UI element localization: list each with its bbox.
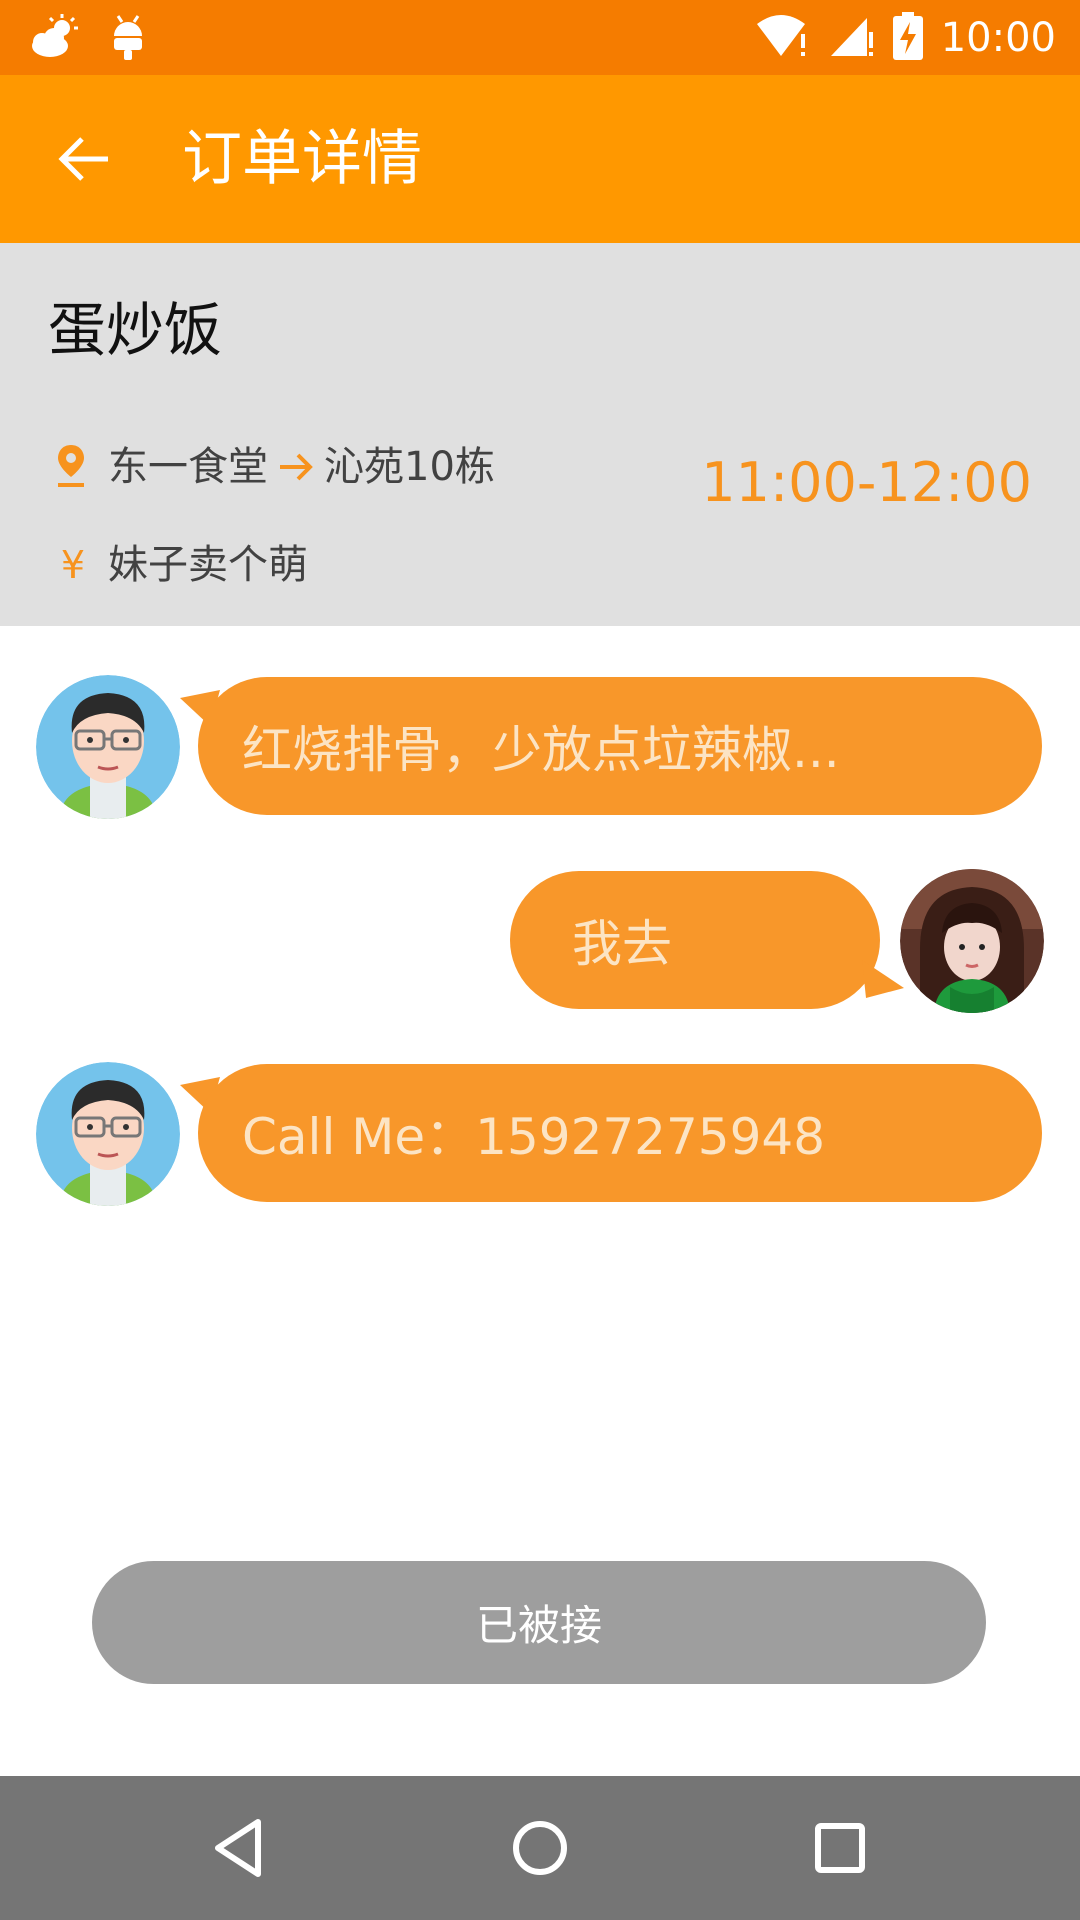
nav-recents-button[interactable]: [800, 1808, 880, 1888]
delivery-time-range: 11:00-12:00: [701, 451, 1032, 514]
avatar[interactable]: [900, 869, 1044, 1013]
message-bubble[interactable]: 红烧排骨，少放点垃辣椒...: [198, 677, 1042, 815]
route-row: 东一食堂 沁苑10栋: [54, 443, 495, 491]
avatar[interactable]: [36, 1062, 180, 1206]
location-pin-icon: [54, 443, 92, 491]
recents-square-icon: [815, 1823, 865, 1873]
wifi-icon: [755, 12, 811, 64]
dish-name: 蛋炒饭: [48, 296, 223, 364]
note-row: ¥ 妹子卖个萌: [54, 541, 308, 589]
android-icon: [110, 12, 146, 66]
male-cartoon-avatar: [36, 1062, 180, 1206]
female-photo-avatar: [900, 869, 1044, 1013]
order-accepted-label: 已被接: [475, 1601, 602, 1650]
bubble-tail: [862, 960, 904, 998]
nav-home-button[interactable]: [500, 1808, 580, 1888]
battery-charging-icon: [892, 12, 923, 64]
yen-icon: ¥: [60, 543, 86, 587]
message-text: Call Me：15927275948: [242, 1108, 826, 1166]
home-circle-icon: [513, 1821, 567, 1875]
cell-signal-icon: [829, 12, 875, 64]
male-cartoon-avatar: [36, 675, 180, 819]
app-bar: 订单详情: [0, 75, 1080, 243]
status-time: 10:00: [940, 15, 1056, 61]
message-text: 我去: [572, 915, 672, 973]
message-text: 红烧排骨，少放点垃辣椒...: [242, 721, 840, 779]
back-button[interactable]: [52, 123, 124, 195]
nav-back-button[interactable]: [200, 1808, 280, 1888]
order-note: 妹子卖个萌: [108, 542, 308, 588]
system-nav-bar: [0, 1776, 1080, 1920]
status-bar: 10:00: [0, 0, 1080, 75]
message-bubble[interactable]: 我去: [510, 871, 880, 1009]
avatar[interactable]: [36, 675, 180, 819]
arrow-left-icon: [52, 137, 124, 199]
weather-cloud-sun-icon: [28, 12, 80, 66]
order-info-panel: 蛋炒饭 东一食堂 沁苑10栋 11:00-12:00 ¥ 妹子卖个萌: [0, 243, 1080, 626]
page-title: 订单详情: [182, 124, 422, 194]
order-accepted-button[interactable]: 已被接: [92, 1561, 986, 1684]
message-bubble[interactable]: Call Me：15927275948: [198, 1064, 1042, 1202]
pickup-location: 东一食堂: [108, 444, 268, 490]
arrow-right-icon: [276, 447, 316, 487]
back-triangle-icon: [215, 1819, 261, 1877]
delivery-location: 沁苑10栋: [324, 444, 495, 490]
